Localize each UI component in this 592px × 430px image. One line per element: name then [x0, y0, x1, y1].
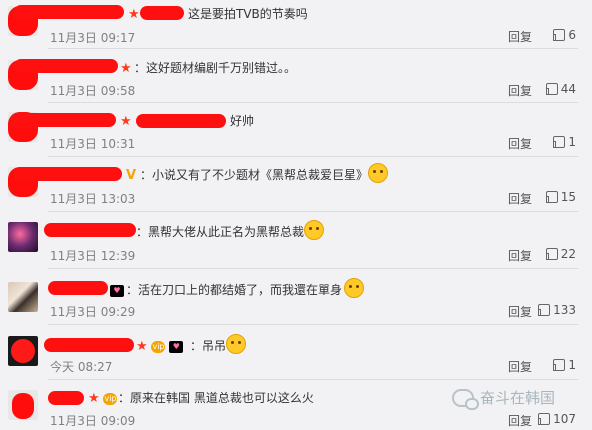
redacted-username	[14, 5, 124, 19]
comment-time: 11月3日 09:29	[50, 305, 136, 319]
badge-star-icon: ★	[120, 114, 132, 129]
badge-star-icon: ★	[120, 61, 132, 76]
avatar[interactable]	[8, 336, 38, 366]
comment-text: ：原来在韩国 黑道总裁也可以这么火	[118, 391, 314, 405]
comment-time: 11月3日 09:58	[50, 84, 136, 98]
like-button[interactable]: 133	[538, 303, 576, 317]
thumbs-up-icon	[553, 359, 566, 371]
cat-face-emoji-icon	[368, 163, 388, 183]
grin-emoji-icon	[344, 278, 364, 298]
like-count: 1	[568, 135, 576, 149]
redacted-username	[14, 59, 118, 73]
wechat-icon	[452, 388, 479, 410]
watermark-text: 奋斗在韩国	[480, 389, 556, 407]
like-count: 1	[568, 358, 576, 372]
thumbs-up-icon	[538, 304, 551, 316]
reply-button[interactable]: 回复	[508, 190, 532, 207]
avatar[interactable]	[8, 222, 38, 252]
laughing-emoji-icon	[226, 334, 246, 354]
like-button[interactable]: 1	[553, 135, 576, 149]
redacted-username	[136, 114, 226, 128]
comment-time: 11月3日 12:39	[50, 249, 136, 263]
badge-star-icon: ★	[88, 391, 100, 406]
divider	[48, 324, 578, 325]
comment-text: ：这好题材编剧千万别错过。。	[134, 61, 297, 75]
divider	[48, 102, 578, 103]
like-count: 22	[560, 247, 576, 261]
comment-time: 11月3日 13:03	[50, 192, 136, 206]
like-count: 107	[553, 412, 576, 426]
like-count: 6	[568, 28, 576, 42]
like-count: 15	[560, 190, 576, 204]
member-badge-icon: ♥	[169, 340, 184, 353]
like-button[interactable]: 44	[545, 82, 576, 96]
divider	[48, 211, 578, 212]
reply-button[interactable]: 回复	[508, 82, 532, 99]
member-badge-icon: ♥	[110, 284, 124, 297]
thumbs-up-icon	[545, 191, 558, 203]
verified-badge-icon: V	[126, 168, 137, 183]
like-button[interactable]: 22	[545, 247, 576, 261]
thumbs-up-icon	[538, 413, 551, 425]
thumbs-up-icon	[553, 136, 566, 148]
comment-time: 11月3日 09:17	[50, 31, 136, 45]
like-button[interactable]: 6	[553, 28, 576, 42]
badge-star-icon: ★	[128, 7, 140, 22]
watermark: 奋斗在韩国	[452, 387, 556, 410]
smirk-emoji-icon	[304, 220, 324, 240]
redacted-username	[44, 338, 134, 352]
comment-time: 11月3日 10:31	[50, 137, 136, 151]
reply-button[interactable]: 回复	[508, 247, 532, 264]
redacted-username	[14, 167, 122, 181]
comment-text: 好帅	[230, 114, 255, 128]
divider	[48, 379, 578, 380]
avatar[interactable]	[8, 282, 38, 312]
comment-text: ：小说又有了不少题材《黑帮总裁爱巨星》	[140, 168, 369, 182]
comment-text: ：黑帮大佬从此正名为黑帮总裁	[136, 225, 305, 239]
comment-time: 今天 08:27	[50, 360, 113, 374]
thumbs-up-icon	[553, 29, 566, 41]
like-count: 44	[560, 82, 576, 96]
divider	[48, 156, 578, 157]
redacted-username	[48, 391, 84, 405]
reply-button[interactable]: 回复	[508, 135, 532, 152]
comment-text: 这是要拍TVB的节奏吗	[188, 7, 308, 21]
thumbs-up-icon	[545, 83, 558, 95]
redacted-username	[10, 113, 116, 127]
like-button[interactable]: 15	[545, 190, 576, 204]
divider	[48, 48, 578, 49]
vip-badge-icon: vip	[103, 392, 118, 405]
redacted-username	[48, 281, 108, 295]
comment-text: ：吊吊	[190, 339, 227, 353]
like-button[interactable]: 107	[538, 412, 576, 426]
like-count: 133	[553, 303, 576, 317]
reply-button[interactable]: 回复	[508, 358, 532, 375]
redacted-username	[44, 223, 136, 237]
vip-badge-icon: vip	[151, 340, 166, 353]
comment-text: ：活在刀口上的都结婚了，而我還在單身	[126, 283, 343, 297]
badge-star-icon: ★	[136, 339, 148, 354]
comment-time: 11月3日 09:09	[50, 414, 136, 428]
divider	[48, 268, 578, 269]
like-button[interactable]: 1	[553, 358, 576, 372]
redacted-username	[140, 6, 184, 20]
avatar[interactable]	[8, 390, 38, 420]
reply-button[interactable]: 回复	[508, 303, 532, 320]
thumbs-up-icon	[545, 248, 558, 260]
reply-button[interactable]: 回复	[508, 412, 532, 429]
reply-button[interactable]: 回复	[508, 28, 532, 45]
